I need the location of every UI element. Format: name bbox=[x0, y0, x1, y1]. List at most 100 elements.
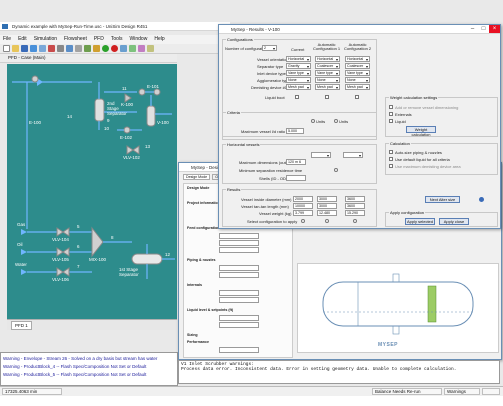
min-separation-radio[interactable] bbox=[334, 168, 338, 172]
feed-field-1[interactable] bbox=[219, 233, 259, 239]
heater-tool-icon[interactable] bbox=[48, 45, 55, 52]
message-line-3[interactable]: Warning - ProductBlock_5 -- Flash Spec/C… bbox=[3, 372, 146, 377]
apply-selected-button[interactable]: Apply selected bbox=[405, 218, 435, 225]
save-case-icon[interactable] bbox=[21, 45, 28, 52]
liquid-level-field-1[interactable] bbox=[219, 315, 259, 321]
mixer-tool-icon[interactable] bbox=[39, 45, 46, 52]
workbook-icon[interactable] bbox=[120, 45, 127, 52]
pfd-label-6[interactable]: 6 bbox=[77, 244, 80, 249]
weight-opt2-checkbox[interactable] bbox=[389, 112, 393, 116]
status-warnings[interactable]: Warnings bbox=[444, 388, 480, 395]
message-line-1[interactable]: Warning - Envelope - Stream 26 - Solved … bbox=[3, 356, 157, 361]
orientation-alt2[interactable]: Horizontal bbox=[345, 56, 370, 62]
menu-help[interactable]: Help bbox=[154, 35, 164, 44]
weight-opt1-checkbox[interactable] bbox=[389, 105, 393, 109]
new-case-icon[interactable] bbox=[3, 45, 10, 52]
pfd-icon[interactable] bbox=[129, 45, 136, 52]
max-diameter-input[interactable]: 120 m 6 bbox=[286, 159, 306, 165]
performance-field-1[interactable] bbox=[219, 347, 259, 353]
orientation-alt1[interactable]: Horizontal bbox=[315, 56, 340, 62]
pfd-label-12[interactable]: 12 bbox=[165, 252, 170, 257]
calc-opt2-checkbox[interactable] bbox=[389, 157, 393, 161]
calc-opt3-checkbox[interactable] bbox=[389, 164, 393, 168]
pfd-label-vlv104[interactable]: VLV-104 bbox=[52, 237, 69, 242]
menu-edit[interactable]: Edit bbox=[18, 35, 27, 44]
agglomerator-current[interactable]: None bbox=[286, 77, 311, 83]
pfd-label-oil[interactable]: Oil bbox=[17, 242, 23, 247]
pfd-label-8[interactable]: 8 bbox=[111, 235, 114, 240]
menu-file[interactable]: File bbox=[3, 35, 11, 44]
pfd-label-14[interactable]: 14 bbox=[67, 114, 72, 119]
pfd-label-e101[interactable]: E-101 bbox=[147, 84, 159, 89]
criteria-radio-1[interactable] bbox=[311, 119, 315, 123]
inlet-device-current[interactable]: Vane type bbox=[286, 70, 311, 76]
column-tool-icon[interactable] bbox=[75, 45, 82, 52]
tab-pfd1[interactable]: PFD 1 bbox=[11, 321, 32, 330]
agglomerator-alt2[interactable]: None bbox=[345, 77, 370, 83]
pump-tool-icon[interactable] bbox=[93, 45, 100, 52]
config-maximize-button[interactable]: □ bbox=[478, 25, 489, 33]
pfd-label-gas[interactable]: Gas bbox=[17, 222, 25, 227]
horizontal-units-select-2[interactable] bbox=[343, 152, 363, 158]
pfd-label-e102[interactable]: E-102 bbox=[120, 135, 132, 140]
agglomerator-alt1[interactable]: None bbox=[315, 77, 340, 83]
demisting-current[interactable]: Mesh pad bbox=[286, 84, 311, 90]
pfd-label-stage2[interactable]: 2nd Stage Separator bbox=[107, 101, 127, 116]
status-balance[interactable]: Balance Needs Re-run bbox=[372, 388, 442, 395]
pfd-label-5[interactable]: 5 bbox=[77, 224, 80, 229]
pfd-canvas[interactable]: E-100 14 K-100 E-101 11 2nd Stage Separato… bbox=[7, 64, 177, 319]
message-line-2[interactable]: Warning - ProductBlock_4 -- Flash Spec/C… bbox=[3, 364, 146, 369]
pfd-label-vlv102[interactable]: VLV-102 bbox=[123, 155, 140, 160]
max-shell-input[interactable] bbox=[286, 175, 306, 181]
solver-hold-icon[interactable] bbox=[111, 45, 118, 52]
weight-calculation-button[interactable]: Weight calculation bbox=[406, 126, 436, 137]
liquid-level-field-2[interactable] bbox=[219, 322, 259, 328]
design-tab-design-mode[interactable]: Design Mode bbox=[183, 174, 211, 180]
orientation-current[interactable]: Horizontal bbox=[286, 56, 311, 62]
select-config-current-radio[interactable] bbox=[301, 219, 305, 223]
valve-tool-icon[interactable] bbox=[57, 45, 64, 52]
menu-pfd[interactable]: PFD bbox=[94, 35, 104, 44]
pfd-label-e100[interactable]: E-100 bbox=[29, 120, 41, 125]
menu-window[interactable]: Window bbox=[130, 35, 148, 44]
open-case-icon[interactable] bbox=[12, 45, 19, 52]
pfd-label-vlv105[interactable]: VLV-105 bbox=[52, 257, 69, 262]
weight-opt3-checkbox[interactable] bbox=[389, 119, 393, 123]
piping-field-1[interactable] bbox=[219, 265, 259, 271]
liquid-boot-current-checkbox[interactable] bbox=[295, 95, 299, 99]
calc-opt1-checkbox[interactable] bbox=[389, 150, 393, 154]
compressor-tool-icon[interactable] bbox=[84, 45, 91, 52]
pfd-label-vlv106[interactable]: VLV-106 bbox=[52, 277, 69, 282]
pfd-label-10[interactable]: 10 bbox=[104, 126, 109, 131]
pfd-label-stage1[interactable]: 1st Stage Separator bbox=[119, 267, 139, 277]
demisting-alt2[interactable]: Mesh pad bbox=[345, 84, 370, 90]
pfd-label-13[interactable]: 13 bbox=[145, 144, 150, 149]
criteria-max-ld-input[interactable]: 5.000 bbox=[286, 128, 304, 134]
feed-field-3[interactable] bbox=[219, 247, 259, 253]
stream-tool-icon[interactable] bbox=[30, 45, 37, 52]
separator-type-current[interactable]: Gravity bbox=[286, 63, 311, 69]
inlet-device-alt1[interactable]: Vane type bbox=[315, 70, 340, 76]
solver-go-icon[interactable] bbox=[102, 45, 109, 52]
pfd-label-7[interactable]: 7 bbox=[77, 264, 80, 269]
menu-simulation[interactable]: Simulation bbox=[34, 35, 57, 44]
pfd-label-water[interactable]: Water bbox=[15, 262, 27, 267]
liquid-boot-alt1-checkbox[interactable] bbox=[325, 95, 329, 99]
internals-field-2[interactable] bbox=[219, 297, 259, 303]
liquid-boot-alt2-checkbox[interactable] bbox=[355, 95, 359, 99]
menu-tools[interactable]: Tools bbox=[111, 35, 123, 44]
dynamics-icon[interactable] bbox=[138, 45, 145, 52]
config-minimize-button[interactable]: – bbox=[467, 25, 478, 33]
feed-field-2[interactable] bbox=[219, 240, 259, 246]
criteria-radio-2[interactable] bbox=[334, 119, 338, 123]
apply-close-button[interactable]: Apply close bbox=[439, 218, 469, 225]
next-alter-size-button[interactable]: Next Alter size bbox=[425, 196, 460, 203]
help-icon[interactable] bbox=[479, 197, 484, 202]
select-config-alt2-radio[interactable] bbox=[353, 219, 357, 223]
piping-field-2[interactable] bbox=[219, 272, 259, 278]
pfd-label-mix100[interactable]: MIX-100 bbox=[89, 257, 106, 262]
pfd-label-9[interactable]: 9 bbox=[107, 118, 110, 123]
separator-tool-icon[interactable] bbox=[66, 45, 73, 52]
select-config-alt1-radio[interactable] bbox=[325, 219, 329, 223]
internals-field-1[interactable] bbox=[219, 290, 259, 296]
